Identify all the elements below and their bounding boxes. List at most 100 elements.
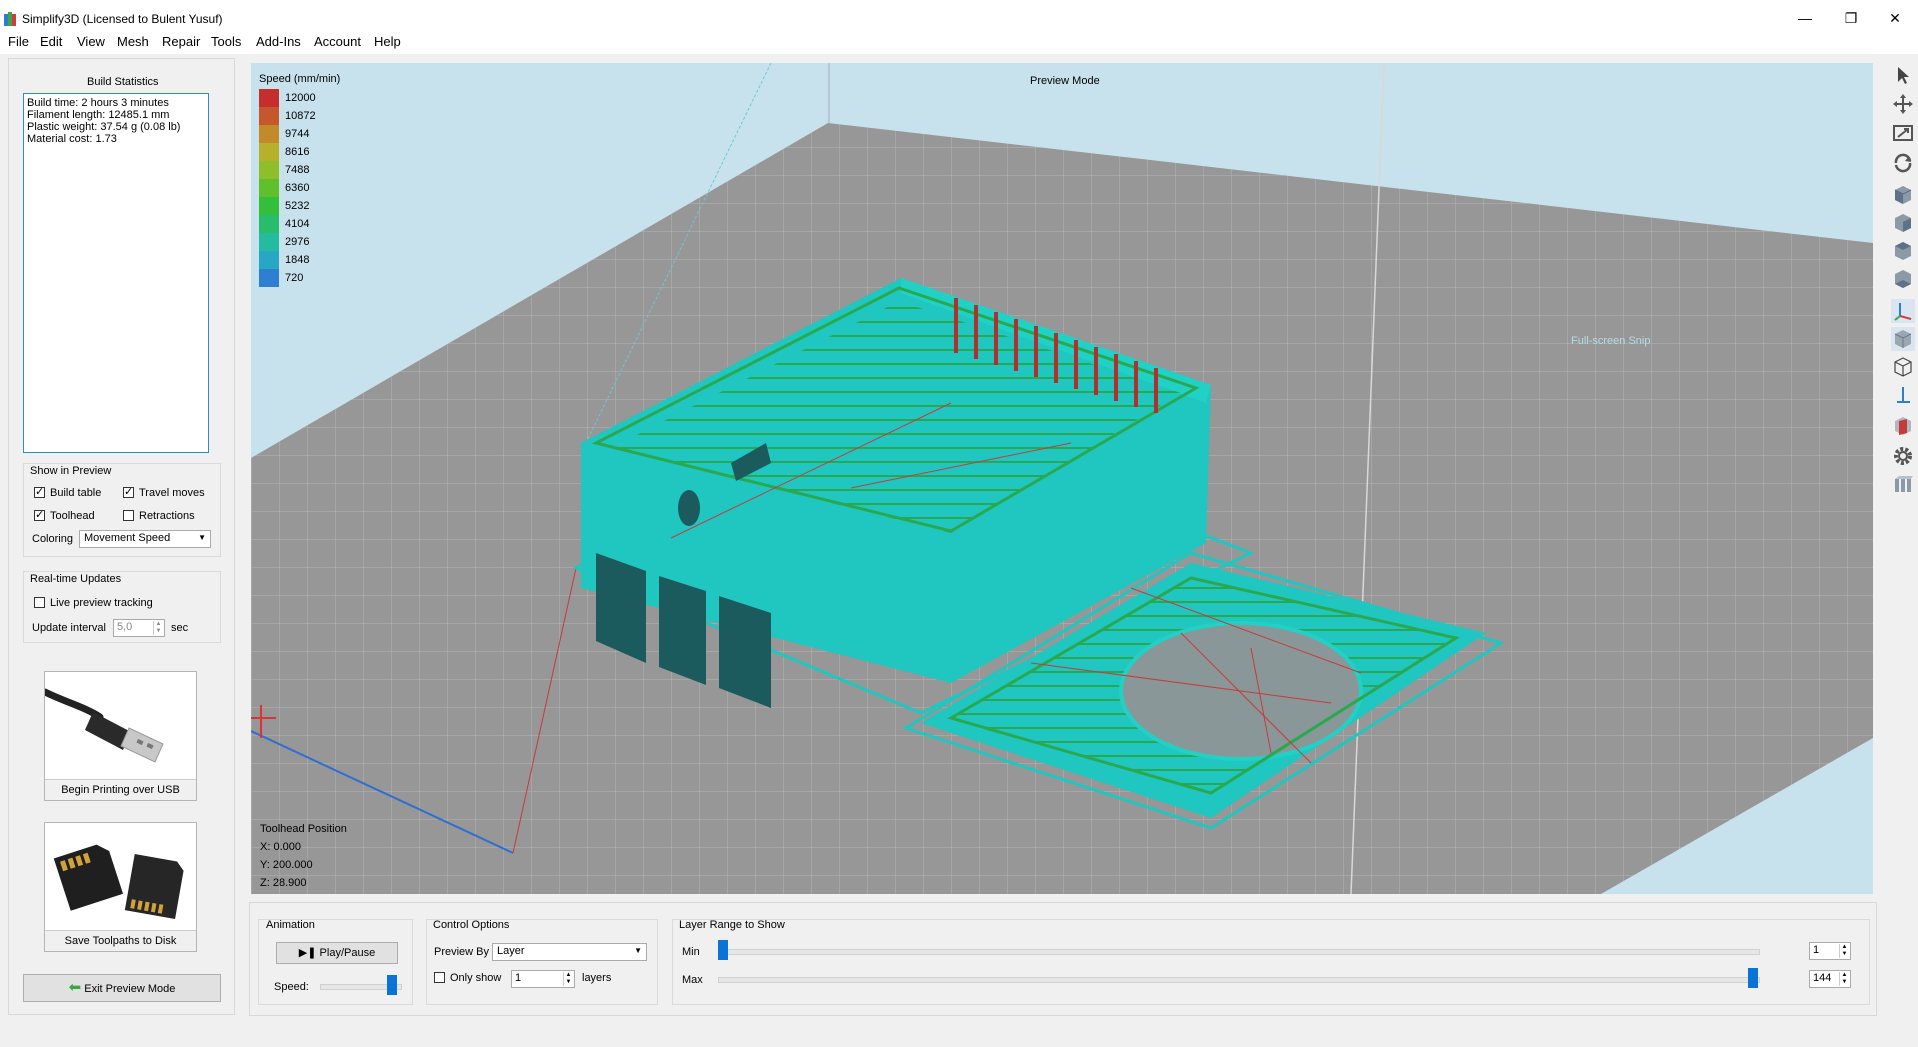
max-layer-input[interactable]: 144 ▲ ▼: [1809, 970, 1851, 988]
stat-material-cost: Material cost: 1.73: [27, 133, 117, 145]
only-show-checkbox[interactable]: [434, 972, 445, 983]
view-left-button[interactable]: [1891, 239, 1915, 263]
play-pause-label: Play/Pause: [319, 947, 376, 959]
toolhead-x: X: 0.000: [260, 841, 301, 853]
min-slider-thumb[interactable]: [718, 940, 728, 960]
max-slider-track[interactable]: [718, 977, 1760, 983]
min-layer-input[interactable]: 1 ▲ ▼: [1809, 942, 1851, 960]
legend-value: 8616: [285, 146, 310, 158]
begin-printing-usb-button[interactable]: Begin Printing over USB: [41, 671, 197, 801]
legend-row: 720: [259, 269, 340, 287]
axes-icon: [1894, 303, 1912, 321]
view-right-button[interactable]: [1891, 267, 1915, 291]
play-pause-button[interactable]: ▶❚ Play/Pause: [276, 942, 398, 964]
menu-view[interactable]: View: [77, 34, 105, 49]
axes-button[interactable]: [1891, 299, 1915, 323]
spin-arrows-icon: ▲ ▼: [153, 621, 163, 635]
settings-button[interactable]: [1891, 444, 1915, 468]
scale-button[interactable]: [1891, 121, 1915, 145]
save-toolpaths-button[interactable]: Save Toolpaths to Disk: [44, 822, 197, 952]
legend-row: 12000: [259, 89, 340, 107]
retractions-checkbox[interactable]: [123, 510, 134, 521]
live-preview-checkbox[interactable]: [34, 597, 45, 608]
menu-add-ins[interactable]: Add-Ins: [256, 34, 301, 49]
faint-overlay-text: Full-screen Snip: [1571, 335, 1651, 347]
stat-build-time: Build time: 2 hours 3 minutes: [27, 97, 169, 109]
move-button[interactable]: [1891, 92, 1915, 116]
axis-down-button[interactable]: [1891, 383, 1915, 407]
live-preview-label: Live preview tracking: [50, 597, 153, 609]
retractions-label: Retractions: [139, 510, 195, 522]
build-stats-title: Build Statistics: [87, 76, 159, 88]
build-table-checkbox[interactable]: [34, 485, 45, 498]
coloring-select[interactable]: Movement Speed ▼: [79, 530, 211, 548]
travel-moves-checkbox[interactable]: [123, 485, 134, 498]
play-pause-icon: ▶❚: [298, 947, 317, 959]
toolhead-z: Z: 28.900: [260, 877, 307, 889]
build-plate-scene: [251, 63, 1873, 894]
legend-value: 9744: [285, 128, 310, 140]
max-layer-value: 144: [1813, 972, 1832, 984]
cube-view-back-icon: [1895, 214, 1911, 232]
spin-arrows-icon: ▲ ▼: [1839, 972, 1849, 986]
update-interval-input[interactable]: 5,0 ▲ ▼: [113, 619, 165, 637]
update-interval-unit: sec: [171, 622, 189, 634]
update-interval-value: 5,0: [117, 621, 133, 633]
coloring-value: Movement Speed: [84, 532, 171, 544]
legend-value: 6360: [285, 182, 310, 194]
preview-by-select[interactable]: Layer ▼: [492, 943, 647, 961]
legend-rows: 12000 10872 9744 8616 7488 6360 5232 4104 2976 18…: [259, 89, 340, 287]
only-show-label: Only show: [450, 972, 502, 984]
close-button[interactable]: ✕: [1872, 0, 1918, 36]
left-panel: Build Statistics Build time: 2 hours 3 m…: [8, 58, 235, 1015]
restore-button[interactable]: ❐: [1828, 0, 1874, 36]
animation-title: Animation: [266, 919, 315, 931]
menu-edit[interactable]: Edit: [40, 34, 62, 49]
view-back-button[interactable]: [1891, 211, 1915, 235]
solid-view-button[interactable]: [1891, 327, 1915, 351]
speed-legend: Speed (mm/min) 12000 10872 9744 8616 7488 636…: [259, 73, 340, 287]
cross-section-button[interactable]: [1891, 414, 1915, 438]
stat-filament-length: Filament length: 12485.1 mm: [27, 109, 170, 121]
layers-button[interactable]: [1891, 472, 1915, 496]
wireframe-view-button[interactable]: [1891, 355, 1915, 379]
settings-gear-icon: [1894, 447, 1912, 465]
menu-file[interactable]: File: [8, 34, 29, 49]
minimize-button[interactable]: —: [1782, 0, 1828, 36]
select-cursor-button[interactable]: [1891, 63, 1915, 87]
toolhead-checkbox[interactable]: [34, 508, 45, 521]
legend-value: 720: [285, 272, 304, 284]
preview-viewport[interactable]: Speed (mm/min) 12000 10872 9744 8616 7488 636…: [251, 63, 1873, 894]
max-slider-thumb[interactable]: [1748, 968, 1758, 988]
title-bar: Simplify3D (Licensed to Bulent Yusuf) — …: [0, 0, 1918, 36]
view-front-button[interactable]: [1891, 183, 1915, 207]
menu-repair[interactable]: Repair: [162, 34, 200, 49]
menu-mesh[interactable]: Mesh: [117, 34, 149, 49]
min-slider-track[interactable]: [718, 949, 1760, 955]
preview-mode-label: Preview Mode: [1030, 75, 1100, 87]
cube-view-right-icon: [1895, 270, 1911, 288]
legend-swatch: [259, 107, 279, 125]
menu-help[interactable]: Help: [374, 34, 401, 49]
menu-tools[interactable]: Tools: [211, 34, 241, 49]
only-show-input[interactable]: 1 ▲ ▼: [511, 970, 575, 988]
menu-account[interactable]: Account: [314, 34, 361, 49]
speed-slider-thumb[interactable]: [387, 975, 397, 995]
legend-swatch: [259, 89, 279, 107]
exit-preview-button[interactable]: ⬅ Exit Preview Mode: [23, 974, 221, 1002]
legend-row: 8616: [259, 143, 340, 161]
move-icon: [1893, 94, 1913, 114]
legend-row: 2976: [259, 233, 340, 251]
preview-by-label: Preview By: [434, 946, 490, 958]
scale-icon: [1893, 125, 1913, 141]
realtime-title: Real-time Updates: [30, 573, 122, 585]
rotate-button[interactable]: [1891, 151, 1915, 175]
layer-range-group: Layer Range to Show Min 1 ▲ ▼ Max 144 ▲ ▼: [672, 919, 1870, 1005]
legend-swatch: [259, 161, 279, 179]
legend-value: 7488: [285, 164, 310, 176]
legend-swatch: [259, 251, 279, 269]
legend-row: 10872: [259, 107, 340, 125]
legend-swatch: [259, 143, 279, 161]
legend-row: 5232: [259, 197, 340, 215]
legend-swatch: [259, 233, 279, 251]
